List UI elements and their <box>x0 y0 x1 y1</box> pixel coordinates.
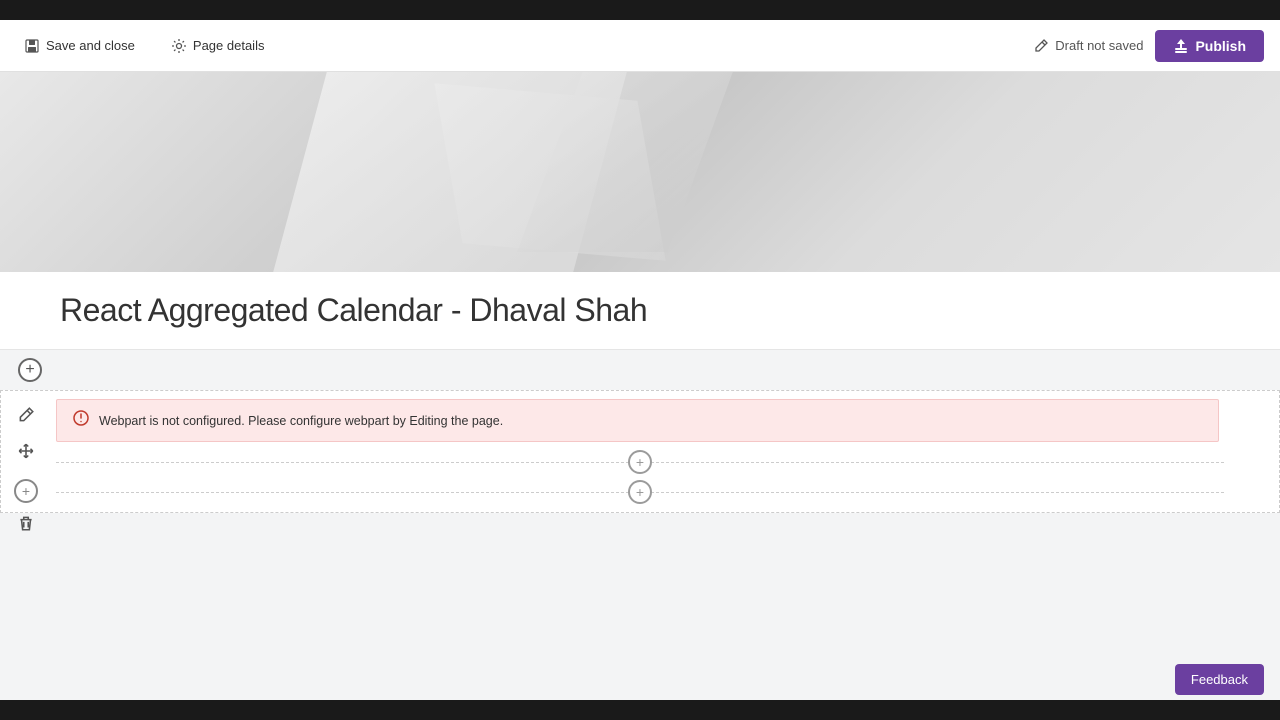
feedback-button[interactable]: Feedback <box>1175 664 1264 695</box>
bottom-bar <box>0 700 1280 720</box>
page-title: React Aggregated Calendar - Dhaval Shah <box>60 292 1220 329</box>
error-icon <box>73 410 89 431</box>
plus-icon-middle: + <box>636 455 644 469</box>
delete-icon <box>17 514 35 532</box>
edit-tool-button[interactable] <box>10 399 42 431</box>
plus-icon-top: + <box>25 362 34 378</box>
edit-icon <box>17 406 35 424</box>
webpart-section: + Webpart is not configured. Please conf… <box>0 390 1280 513</box>
toolbar-left: Save and close Page details <box>16 34 272 58</box>
delete-tool-button[interactable] <box>10 507 42 539</box>
main-content: React Aggregated Calendar - Dhaval Shah … <box>0 72 1280 700</box>
error-banner: Webpart is not configured. Please config… <box>56 399 1219 442</box>
toolbar: Save and close Page details Draft not sa… <box>0 20 1280 72</box>
plus-icon-bottom: + <box>636 485 644 499</box>
page-details-button[interactable]: Page details <box>163 34 273 58</box>
section-divider-middle: + <box>56 450 1224 474</box>
add-section-top-button[interactable]: + <box>18 358 42 382</box>
move-icon <box>17 442 35 460</box>
save-icon <box>24 38 40 54</box>
publish-button[interactable]: Publish <box>1155 30 1264 62</box>
error-message: Webpart is not configured. Please config… <box>99 414 503 428</box>
save-and-close-button[interactable]: Save and close <box>16 34 143 58</box>
draft-status-label: Draft not saved <box>1055 38 1143 53</box>
page-title-area: React Aggregated Calendar - Dhaval Shah <box>0 272 1280 350</box>
publish-icon <box>1173 38 1189 54</box>
publish-label: Publish <box>1195 38 1246 54</box>
add-section-bottom-button[interactable]: + <box>628 480 652 504</box>
bottom-empty-area <box>0 513 1280 700</box>
page-details-label: Page details <box>193 38 265 53</box>
add-section-middle-button[interactable]: + <box>628 450 652 474</box>
move-tool-button[interactable] <box>10 435 42 467</box>
feedback-label: Feedback <box>1191 672 1248 687</box>
hero-area <box>0 72 1280 272</box>
add-webpart-button[interactable]: + <box>14 479 38 503</box>
toolbar-right: Draft not saved Publish <box>1033 30 1264 62</box>
plus-icon-side: + <box>22 484 30 498</box>
section-divider-bottom: + <box>56 480 1224 504</box>
settings-icon <box>171 38 187 54</box>
side-toolbar: + <box>1 391 51 547</box>
save-and-close-label: Save and close <box>46 38 135 53</box>
top-bar <box>0 0 1280 20</box>
draft-status: Draft not saved <box>1033 38 1143 54</box>
pencil-icon <box>1033 38 1049 54</box>
